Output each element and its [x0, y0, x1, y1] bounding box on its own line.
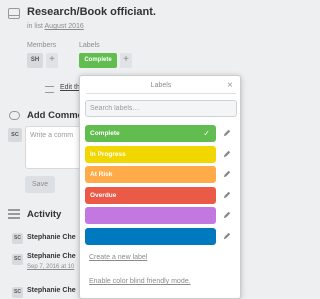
- members-heading: Members: [27, 42, 57, 49]
- list-link[interactable]: August 2016: [45, 23, 84, 30]
- edit-label-pencil-icon[interactable]: [223, 129, 231, 137]
- label-option[interactable]: [85, 228, 216, 245]
- activity-author[interactable]: Stephanie Che: [27, 287, 76, 294]
- label-option[interactable]: [85, 207, 216, 224]
- label-option[interactable]: Overdue: [85, 187, 216, 204]
- activity-author[interactable]: Stephanie Che: [27, 253, 76, 260]
- create-label-link[interactable]: Create a new label: [89, 254, 147, 261]
- add-comment-heading: Add Comme: [27, 110, 83, 121]
- label-option-name: Complete: [90, 130, 120, 137]
- color-blind-mode-link[interactable]: Enable color blind friendly mode.: [89, 278, 191, 285]
- labels-popover: Labels × Complete ✓ In Progress At Risk Over…: [79, 75, 241, 299]
- activity-author[interactable]: Stephanie Che: [27, 234, 76, 241]
- activity-avatar: SC: [12, 233, 23, 244]
- activity-heading: Activity: [27, 209, 62, 220]
- applied-label-complete[interactable]: Complete: [79, 53, 117, 68]
- labels-heading: Labels: [79, 42, 100, 49]
- close-icon[interactable]: ×: [227, 80, 233, 91]
- activity-icon: [8, 209, 20, 219]
- card-title[interactable]: Research/Book officiant.: [27, 6, 156, 18]
- activity-timestamp[interactable]: Sep 7, 2016 at 10: [27, 264, 74, 270]
- add-member-button[interactable]: +: [46, 53, 58, 68]
- activity-avatar: SC: [12, 254, 23, 265]
- label-option-name: In Progress: [90, 151, 126, 158]
- label-option-name: Overdue: [90, 192, 117, 199]
- activity-avatar: SC: [12, 287, 23, 298]
- comment-input[interactable]: Write a comm: [25, 126, 85, 169]
- edit-label-pencil-icon[interactable]: [223, 211, 231, 219]
- avatar: SC: [8, 128, 22, 142]
- member-avatar[interactable]: SH: [27, 53, 43, 68]
- label-option[interactable]: Complete ✓: [85, 125, 216, 142]
- save-button[interactable]: Save: [25, 176, 55, 193]
- in-list-text: in list August 2016: [27, 23, 84, 30]
- label-option[interactable]: At Risk: [85, 166, 216, 183]
- card-icon: [8, 8, 20, 19]
- edit-label-pencil-icon[interactable]: [223, 191, 231, 199]
- edit-label-pencil-icon[interactable]: [223, 232, 231, 240]
- search-labels-input[interactable]: [85, 100, 237, 117]
- popover-divider: [86, 93, 236, 94]
- label-option-name: At Risk: [90, 171, 113, 178]
- comment-icon: [9, 111, 20, 120]
- add-label-button[interactable]: +: [120, 53, 132, 68]
- description-icon: [45, 86, 54, 93]
- checkmark-icon: ✓: [203, 129, 210, 138]
- edit-label-pencil-icon[interactable]: [223, 150, 231, 158]
- edit-label-pencil-icon[interactable]: [223, 170, 231, 178]
- label-option[interactable]: In Progress: [85, 146, 216, 163]
- popover-title: Labels: [150, 82, 172, 89]
